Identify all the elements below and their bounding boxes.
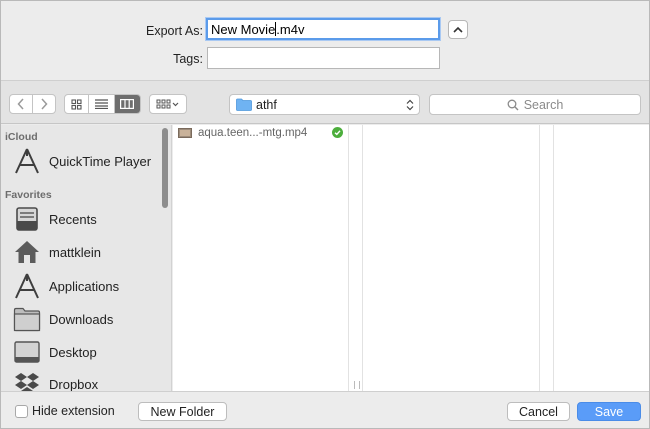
list-view-button[interactable] — [89, 95, 115, 113]
dialog-footer: Hide extension New Folder Cancel Save — [1, 391, 649, 428]
sidebar-item-quicktime-player[interactable]: QuickTime Player — [11, 146, 161, 176]
chevron-up-icon — [453, 26, 463, 33]
arrange-icon — [156, 99, 179, 109]
filename-base: New Movie — [211, 22, 276, 37]
location-label: athf — [256, 98, 277, 112]
sidebar-item-dropbox[interactable]: Dropbox — [11, 369, 161, 391]
column-resize-handle[interactable] — [354, 381, 360, 389]
sidebar-item-mattklein[interactable]: mattklein — [11, 237, 161, 267]
forward-button[interactable] — [33, 95, 55, 113]
expand-toggle-button[interactable] — [448, 20, 468, 39]
view-mode-control — [64, 94, 141, 114]
sidebar-item-label: Desktop — [49, 344, 97, 360]
sidebar-item-label: mattklein — [49, 244, 102, 260]
sidebar-item-downloads[interactable]: Downloads — [11, 304, 161, 334]
sidebar-item-label: Applications — [49, 278, 120, 294]
sidebar-item-label: Recents — [49, 211, 97, 227]
filename-extension: .m4v — [276, 22, 305, 37]
column-divider[interactable] — [539, 125, 540, 391]
sidebar-item-applications[interactable]: Applications — [11, 271, 161, 301]
export-as-field[interactable]: New Movie.m4v — [206, 18, 440, 40]
column-divider[interactable] — [348, 125, 349, 391]
new-folder-button[interactable]: New Folder — [138, 402, 227, 421]
folder-icon — [236, 98, 252, 111]
column-divider[interactable] — [553, 125, 554, 391]
list-view-icon — [95, 99, 109, 109]
save-button[interactable]: Save — [577, 402, 641, 421]
file-name: aqua.teen...-mtg.mp4 — [198, 126, 308, 139]
video-file-icon — [178, 127, 192, 138]
tags-field[interactable] — [207, 47, 440, 69]
up-down-chevron-icon — [406, 99, 414, 111]
synced-check-icon — [332, 127, 343, 138]
downloads-icon — [11, 304, 43, 334]
column-view-button[interactable] — [114, 95, 140, 113]
export-as-label: Export As: — [146, 24, 203, 38]
home-icon — [11, 237, 43, 267]
search-field[interactable]: Search — [429, 94, 641, 115]
back-forward-control — [9, 94, 56, 114]
recents-icon — [11, 204, 43, 234]
icon-view-button[interactable] — [65, 95, 90, 113]
sidebar-item-desktop[interactable]: Desktop — [11, 337, 161, 367]
search-icon — [507, 99, 519, 110]
applications-icon — [11, 271, 43, 301]
cancel-button[interactable]: Cancel — [507, 402, 570, 421]
column-browser: aqua.teen...-mtg.mp4 — [173, 125, 649, 391]
column-view-icon — [120, 99, 135, 109]
sidebar-item-recents[interactable]: Recents — [11, 204, 161, 234]
sidebar-section-icloud: iCloud — [5, 131, 38, 143]
sidebar-section-favorites: Favorites — [5, 189, 52, 201]
sidebar-item-label: QuickTime Player — [49, 153, 152, 169]
export-header: Export As: New Movie.m4v Tags: — [1, 1, 649, 79]
sidebar-item-label: Downloads — [49, 311, 114, 327]
browser-toolbar: athf Search — [1, 80, 649, 124]
export-dialog: Export As: New Movie.m4v Tags: athf Sear… — [0, 0, 650, 429]
chevron-right-icon — [41, 98, 48, 110]
file-row[interactable]: aqua.teen...-mtg.mp4 — [178, 125, 343, 140]
sidebar-item-label: Dropbox — [49, 376, 99, 392]
location-popup[interactable]: athf — [229, 94, 420, 115]
hide-extension-label: Hide extension — [32, 404, 115, 418]
dropbox-icon — [11, 369, 43, 391]
sidebar: iCloud QuickTime Player Favorites Recent… — [1, 125, 172, 391]
back-button[interactable] — [10, 95, 33, 113]
column-divider[interactable] — [362, 125, 363, 391]
arrange-button[interactable] — [149, 94, 187, 114]
tags-label: Tags: — [173, 52, 203, 66]
desktop-icon — [11, 337, 43, 367]
search-placeholder: Search — [523, 97, 564, 112]
quicktime-icon — [11, 146, 43, 176]
sidebar-scrollbar[interactable] — [162, 128, 168, 208]
hide-extension-checkbox[interactable] — [15, 405, 28, 418]
icon-view-icon — [71, 98, 82, 110]
chevron-left-icon — [17, 98, 24, 110]
